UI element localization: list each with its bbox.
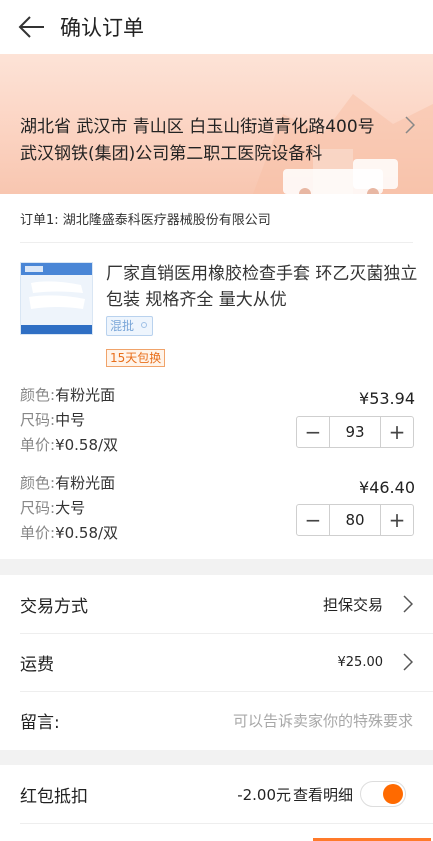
trade-method-label: 交易方式	[20, 596, 88, 617]
color-label: 颜色:	[20, 474, 56, 492]
chevron-right-icon	[403, 653, 413, 671]
red-packet-amount: -2.00元	[237, 785, 291, 804]
message-label: 留言:	[20, 712, 60, 733]
sku-unit-price: 单价:¥0.58/双	[20, 434, 118, 456]
color-value: 有粉光面	[55, 474, 116, 492]
page-title: 确认订单	[60, 16, 144, 40]
quantity-input[interactable]: 80	[329, 505, 381, 535]
top-bar: 确认订单	[0, 0, 433, 54]
product-thumbnail[interactable]	[20, 262, 93, 335]
size-value: 中号	[55, 411, 86, 429]
red-packet-label: 红包抵扣	[20, 786, 88, 807]
return-policy-badge: 15天包换	[106, 349, 166, 367]
mix-batch-badge: 混批	[106, 316, 154, 336]
red-packet-section: 红包抵扣 -2.00元 查看明细	[0, 765, 433, 841]
increase-button[interactable]: +	[381, 417, 413, 447]
size-label: 尺码:	[20, 499, 56, 517]
increase-button[interactable]: +	[381, 505, 413, 535]
message-input[interactable]: 可以告诉卖家你的特殊要求	[233, 710, 413, 731]
circle-icon	[141, 322, 148, 328]
red-packet-row: 红包抵扣 -2.00元 查看明细	[20, 765, 433, 823]
shop-name: 订单1: 湖北隆盛泰科医疗器械股份有限公司	[20, 213, 271, 228]
shipping-fee-value: ¥25.00	[337, 654, 384, 670]
product-title: 厂家直销医用橡胶检查手套 环乙灭菌独立包装 规格齐全 量大从优	[106, 264, 418, 310]
sku-size: 尺码:大号	[20, 497, 85, 519]
red-packet-toggle[interactable]	[360, 781, 406, 807]
sku-subtotal: ¥46.40	[359, 478, 415, 497]
address-card[interactable]: 湖北省 武汉市 青山区 白玉山街道青化路400号武汉钢铁(集团)公司第二职工医院…	[0, 54, 433, 194]
decrease-button[interactable]: −	[297, 417, 329, 447]
message-row[interactable]: 留言: 可以告诉卖家你的特殊要求	[20, 691, 433, 749]
sku-color: 颜色:有粉光面	[20, 472, 115, 494]
unit-label: 单价:	[20, 436, 56, 454]
order-card: 订单1: 湖北隆盛泰科医疗器械股份有限公司 厂家直销医用橡胶检查手套 环乙灭菌独…	[0, 194, 433, 559]
toggle-knob	[383, 784, 403, 804]
color-value: 有粉光面	[55, 386, 116, 404]
size-value: 大号	[55, 499, 86, 517]
mix-batch-label: 混批	[110, 319, 135, 333]
quantity-stepper: − 93 +	[296, 416, 414, 448]
divider	[20, 242, 413, 243]
sku-color: 颜色:有粉光面	[20, 384, 115, 406]
order-options: 交易方式 担保交易 运费 ¥25.00 留言: 可以告诉卖家你的特殊要求	[0, 575, 433, 750]
shipping-address: 湖北省 武汉市 青山区 白玉山街道青化路400号武汉钢铁(集团)公司第二职工医院…	[20, 117, 375, 164]
color-label: 颜色:	[20, 386, 56, 404]
chevron-right-icon	[405, 116, 415, 134]
trade-method-value: 担保交易	[322, 595, 383, 614]
view-details-link[interactable]: 查看明细	[293, 784, 353, 805]
quantity-stepper: − 80 +	[296, 504, 414, 536]
decrease-button[interactable]: −	[297, 505, 329, 535]
gloves-image-icon	[21, 263, 92, 334]
shipping-fee-label: 运费	[20, 654, 54, 675]
back-arrow-icon[interactable]	[16, 12, 46, 42]
sku-unit-price: 单价:¥0.58/双	[20, 522, 118, 544]
sku-subtotal: ¥53.94	[359, 389, 415, 408]
divider	[20, 823, 433, 824]
size-label: 尺码:	[20, 411, 56, 429]
unit-label: 单价:	[20, 524, 56, 542]
shipping-fee-row[interactable]: 运费 ¥25.00	[20, 633, 433, 691]
unit-value: ¥0.58/双	[55, 436, 119, 454]
chevron-right-icon	[403, 595, 413, 613]
sku-size: 尺码:中号	[20, 409, 85, 431]
unit-value: ¥0.58/双	[55, 524, 119, 542]
quantity-input[interactable]: 93	[329, 417, 381, 447]
trade-method-row[interactable]: 交易方式 担保交易	[20, 575, 433, 633]
